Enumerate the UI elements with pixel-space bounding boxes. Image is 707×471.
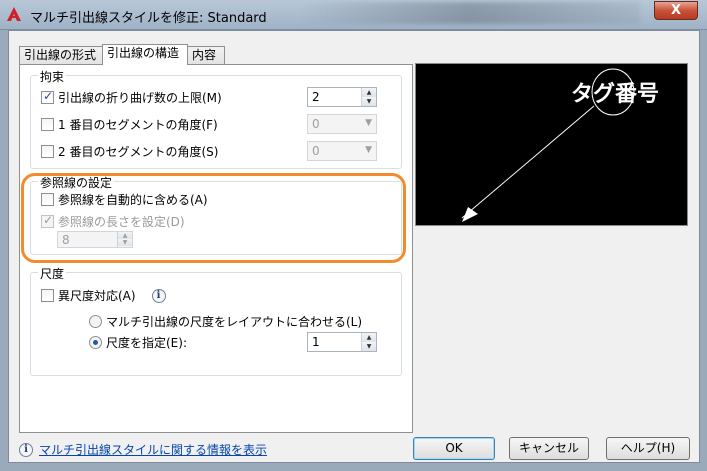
help-info-link-row: i マルチ引出線スタイルに関する情報を表示	[19, 441, 267, 458]
second-segment-angle-label: 2 番目のセグメントの角度(S)	[58, 145, 219, 159]
spin-up-icon[interactable]: ▲	[362, 88, 376, 97]
landing-distance-value: 8	[62, 233, 70, 247]
autocad-a-icon	[7, 7, 21, 21]
annotative-checkbox[interactable]	[41, 289, 54, 302]
second-segment-angle-value: 0	[312, 144, 320, 158]
auto-include-landing-row: 参照線を自動的に含める(A)	[41, 191, 208, 208]
landing-settings-group-title: 参照線の設定	[38, 174, 115, 191]
scale-group: 尺度 異尺度対応(A) i マルチ引出線の尺度をレイアウトに合わせる(L) 尺度…	[30, 265, 402, 376]
max-bend-points-label: 引出線の折り曲げ数の上限(M)	[58, 91, 222, 105]
leader-arrowhead	[462, 207, 478, 222]
preview-drawing: タグ番号	[461, 68, 659, 222]
max-bend-points-checkbox[interactable]	[41, 89, 54, 104]
first-segment-angle-combo: 0 ▼	[307, 114, 377, 134]
tag-text: タグ番号	[571, 81, 659, 107]
scale-value: 1	[312, 335, 320, 349]
max-bend-points-value: 2	[312, 90, 320, 104]
leader-line	[461, 105, 595, 219]
help-button[interactable]: ヘルプ(H)	[606, 437, 690, 460]
spin-down-icon[interactable]: ▼	[362, 342, 376, 351]
second-segment-angle-checkbox[interactable]	[41, 145, 54, 158]
info-icon: i	[19, 442, 33, 457]
scale-group-title: 尺度	[38, 265, 67, 282]
scale-value-spinner[interactable]: 1 ▲ ▼	[307, 332, 377, 352]
spin-up-icon[interactable]: ▲	[362, 333, 376, 342]
help-info-link[interactable]: マルチ引出線スタイルに関する情報を表示	[39, 441, 267, 458]
chevron-down-icon: ▼	[365, 118, 372, 128]
specify-scale-label: 尺度を指定(E):	[106, 336, 187, 350]
landing-distance-spinner[interactable]: 8 ▲ ▼	[57, 231, 133, 248]
first-segment-angle-value: 0	[312, 117, 320, 131]
specify-scale-radio[interactable]	[89, 336, 102, 349]
spinner-arrows[interactable]: ▲ ▼	[361, 333, 376, 351]
constraints-group-title: 拘束	[38, 68, 67, 85]
auto-include-landing-label: 参照線を自動的に含める(A)	[58, 193, 208, 207]
first-segment-angle-checkbox[interactable]	[41, 118, 54, 131]
second-segment-angle-combo: 0 ▼	[307, 141, 377, 161]
background-window-blur	[300, 2, 640, 24]
tab-panel-leader-structure: 拘束 引出線の折り曲げ数の上限(M) 2 ▲ ▼ 1 番目のセグメントの角度(F…	[19, 64, 413, 433]
leader-preview: タグ番号	[415, 63, 688, 226]
first-segment-angle-label: 1 番目のセグメントの角度(F)	[58, 118, 218, 132]
tab-content[interactable]: 内容	[187, 46, 225, 64]
dialog-client: 引出線の形式 引出線の構造 内容 拘束 引出線の折り曲げ数の上限(M) 2 ▲ …	[8, 30, 700, 463]
ok-button[interactable]: OK	[413, 437, 495, 460]
set-landing-distance-checkbox[interactable]	[41, 213, 54, 228]
annotative-row: 異尺度対応(A) i	[41, 287, 166, 304]
set-landing-distance-label: 参照線の長さを設定(D)	[58, 215, 185, 229]
scale-to-layout-label: マルチ引出線の尺度をレイアウトに合わせる(L)	[106, 315, 363, 329]
max-bend-points-spinner[interactable]: 2 ▲ ▼	[307, 87, 377, 107]
spinner-arrows[interactable]: ▲ ▼	[361, 88, 376, 106]
tab-leader-structure[interactable]: 引出線の構造	[102, 44, 188, 65]
info-icon[interactable]: i	[151, 288, 166, 303]
spin-down-icon[interactable]: ▼	[118, 239, 132, 246]
scale-to-layout-row: マルチ引出線の尺度をレイアウトに合わせる(L)	[89, 313, 362, 330]
scale-to-layout-radio[interactable]	[89, 315, 102, 328]
tab-leader-format[interactable]: 引出線の形式	[19, 46, 103, 64]
cancel-button[interactable]: キャンセル	[509, 437, 589, 460]
auto-include-landing-checkbox[interactable]	[41, 193, 54, 206]
close-icon: X	[670, 3, 682, 18]
spin-down-icon[interactable]: ▼	[362, 97, 376, 106]
first-segment-angle-row: 1 番目のセグメントの角度(F)	[41, 116, 218, 133]
landing-settings-group: 参照線の設定 参照線を自動的に含める(A) 参照線の長さを設定(D) 8 ▲ ▼	[30, 174, 402, 255]
annotative-label: 異尺度対応(A)	[58, 289, 136, 303]
set-landing-distance-row: 参照線の長さを設定(D)	[41, 213, 185, 230]
chevron-down-icon: ▼	[365, 145, 372, 155]
second-segment-angle-row: 2 番目のセグメントの角度(S)	[41, 143, 218, 160]
close-button[interactable]: X	[654, 1, 698, 20]
title-bar: マルチ引出線スタイルを修正: Standard X	[0, 0, 707, 30]
window-title: マルチ引出線スタイルを修正: Standard	[30, 11, 267, 26]
spin-up-icon[interactable]: ▲	[118, 232, 132, 239]
constraints-group: 拘束 引出線の折り曲げ数の上限(M) 2 ▲ ▼ 1 番目のセグメントの角度(F…	[30, 68, 402, 169]
max-bend-points-row: 引出線の折り曲げ数の上限(M)	[41, 89, 222, 106]
specify-scale-row: 尺度を指定(E):	[89, 334, 187, 351]
spinner-arrows[interactable]: ▲ ▼	[117, 232, 132, 247]
